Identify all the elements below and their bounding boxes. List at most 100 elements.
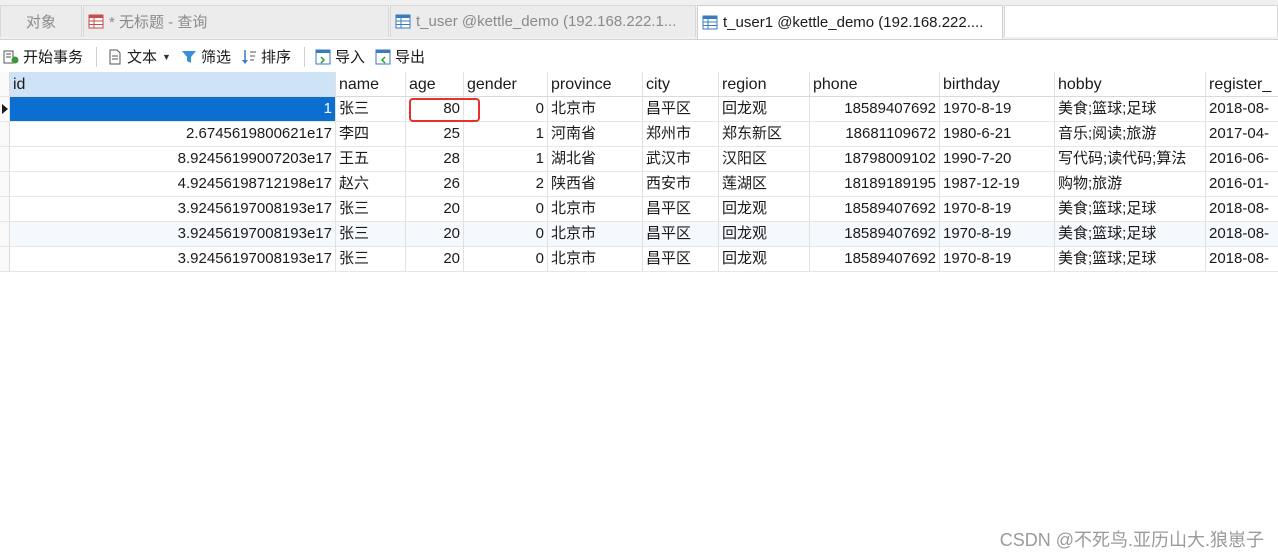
cell-birthday[interactable]: 1987-12-19 <box>940 172 1055 197</box>
row-selector[interactable] <box>0 172 10 197</box>
column-header-hobby[interactable]: hobby <box>1055 72 1206 97</box>
cell-gender[interactable]: 0 <box>464 197 548 222</box>
cell-age[interactable]: 25 <box>406 122 464 147</box>
cell-id[interactable]: 3.92456197008193e17 <box>10 197 336 222</box>
cell-region[interactable]: 回龙观 <box>719 247 810 272</box>
cell-province[interactable]: 湖北省 <box>548 147 643 172</box>
cell-city[interactable]: 昌平区 <box>643 197 719 222</box>
cell-gender[interactable]: 1 <box>464 122 548 147</box>
cell-birthday[interactable]: 1990-7-20 <box>940 147 1055 172</box>
cell-region[interactable]: 汉阳区 <box>719 147 810 172</box>
row-selector[interactable] <box>0 197 10 222</box>
column-header-phone[interactable]: phone <box>810 72 940 97</box>
cell-register[interactable]: 2018-08- <box>1206 197 1278 222</box>
cell-region[interactable]: 回龙观 <box>719 197 810 222</box>
import-button[interactable]: 导入 <box>312 45 368 69</box>
cell-birthday[interactable]: 1980-6-21 <box>940 122 1055 147</box>
column-header-age[interactable]: age <box>406 72 464 97</box>
cell-name[interactable]: 张三 <box>336 197 406 222</box>
tab-objects[interactable]: 对象 <box>0 5 82 37</box>
cell-hobby[interactable]: 美食;篮球;足球 <box>1055 222 1206 247</box>
filter-button[interactable]: 筛选 <box>178 45 234 69</box>
cell-age[interactable]: 20 <box>406 197 464 222</box>
cell-register[interactable]: 2018-08- <box>1206 222 1278 247</box>
column-header-name[interactable]: name <box>336 72 406 97</box>
cell-name[interactable]: 李四 <box>336 122 406 147</box>
current-row-indicator[interactable] <box>0 97 10 122</box>
cell-register[interactable]: 2017-04- <box>1206 122 1278 147</box>
cell-phone[interactable]: 18589407692 <box>810 247 940 272</box>
cell-id[interactable]: 3.92456197008193e17 <box>10 222 336 247</box>
cell-hobby[interactable]: 购物;旅游 <box>1055 172 1206 197</box>
row-selector[interactable] <box>0 222 10 247</box>
cell-age[interactable]: 26 <box>406 172 464 197</box>
cell-city[interactable]: 昌平区 <box>643 97 719 122</box>
cell-region[interactable]: 回龙观 <box>719 97 810 122</box>
cell-region[interactable]: 郑东新区 <box>719 122 810 147</box>
cell-hobby[interactable]: 美食;篮球;足球 <box>1055 247 1206 272</box>
cell-region[interactable]: 莲湖区 <box>719 172 810 197</box>
cell-province[interactable]: 北京市 <box>548 247 643 272</box>
cell-register[interactable]: 2018-08- <box>1206 97 1278 122</box>
cell-age[interactable]: 20 <box>406 247 464 272</box>
tab-untitled-query[interactable]: * 无标题 - 查询 <box>83 5 389 37</box>
cell-gender[interactable]: 1 <box>464 147 548 172</box>
cell-name[interactable]: 王五 <box>336 147 406 172</box>
cell-birthday[interactable]: 1970-8-19 <box>940 247 1055 272</box>
cell-birthday[interactable]: 1970-8-19 <box>940 197 1055 222</box>
column-header-city[interactable]: city <box>643 72 719 97</box>
column-header-id[interactable]: id <box>10 72 336 97</box>
cell-region[interactable]: 回龙观 <box>719 222 810 247</box>
cell-city[interactable]: 昌平区 <box>643 222 719 247</box>
cell-hobby[interactable]: 美食;篮球;足球 <box>1055 197 1206 222</box>
cell-hobby[interactable]: 美食;篮球;足球 <box>1055 97 1206 122</box>
cell-province[interactable]: 北京市 <box>548 97 643 122</box>
export-button[interactable]: 导出 <box>372 45 428 69</box>
row-selector[interactable] <box>0 122 10 147</box>
tab-t-user[interactable]: t_user @kettle_demo (192.168.222.1... <box>390 5 696 37</box>
begin-transaction-button[interactable]: 开始事务 <box>0 45 86 69</box>
cell-city[interactable]: 西安市 <box>643 172 719 197</box>
cell-province[interactable]: 北京市 <box>548 197 643 222</box>
cell-city[interactable]: 郑州市 <box>643 122 719 147</box>
cell-gender[interactable]: 0 <box>464 222 548 247</box>
cell-phone[interactable]: 18589407692 <box>810 197 940 222</box>
cell-id[interactable]: 1 <box>10 97 336 122</box>
cell-birthday[interactable]: 1970-8-19 <box>940 222 1055 247</box>
column-header-province[interactable]: province <box>548 72 643 97</box>
cell-age[interactable]: 28 <box>406 147 464 172</box>
cell-name[interactable]: 赵六 <box>336 172 406 197</box>
cell-gender[interactable]: 0 <box>464 247 548 272</box>
cell-name[interactable]: 张三 <box>336 247 406 272</box>
cell-id[interactable]: 3.92456197008193e17 <box>10 247 336 272</box>
cell-province[interactable]: 河南省 <box>548 122 643 147</box>
cell-register[interactable]: 2016-01- <box>1206 172 1278 197</box>
cell-hobby[interactable]: 写代码;读代码;算法 <box>1055 147 1206 172</box>
cell-id[interactable]: 8.92456199007203e17 <box>10 147 336 172</box>
cell-name[interactable]: 张三 <box>336 97 406 122</box>
cell-province[interactable]: 北京市 <box>548 222 643 247</box>
cell-phone[interactable]: 18681109672 <box>810 122 940 147</box>
cell-age[interactable]: 20 <box>406 222 464 247</box>
cell-register[interactable]: 2016-06- <box>1206 147 1278 172</box>
grid-corner[interactable] <box>0 72 10 97</box>
sort-button[interactable]: 排序 <box>238 45 294 69</box>
cell-id[interactable]: 2.6745619800621e17 <box>10 122 336 147</box>
cell-birthday[interactable]: 1970-8-19 <box>940 97 1055 122</box>
cell-city[interactable]: 昌平区 <box>643 247 719 272</box>
cell-phone[interactable]: 18589407692 <box>810 97 940 122</box>
tab-t-user1[interactable]: t_user1 @kettle_demo (192.168.222.... <box>697 5 1003 39</box>
row-selector[interactable] <box>0 247 10 272</box>
cell-gender[interactable]: 2 <box>464 172 548 197</box>
column-header-region[interactable]: region <box>719 72 810 97</box>
row-selector[interactable] <box>0 147 10 172</box>
cell-phone[interactable]: 18798009102 <box>810 147 940 172</box>
column-header-gender[interactable]: gender <box>464 72 548 97</box>
cell-hobby[interactable]: 音乐;阅读;旅游 <box>1055 122 1206 147</box>
cell-name[interactable]: 张三 <box>336 222 406 247</box>
cell-province[interactable]: 陕西省 <box>548 172 643 197</box>
text-view-button[interactable]: 文本 ▼ <box>104 45 174 69</box>
cell-phone[interactable]: 18189189195 <box>810 172 940 197</box>
cell-register[interactable]: 2018-08- <box>1206 247 1278 272</box>
cell-id[interactable]: 4.92456198712198e17 <box>10 172 336 197</box>
